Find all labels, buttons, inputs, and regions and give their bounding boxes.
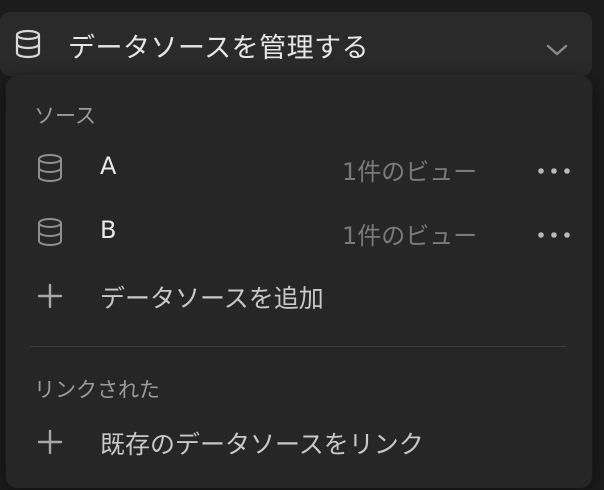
trigger-title: データソースを管理する	[68, 33, 370, 64]
source-name: B	[100, 216, 117, 244]
manage-data-sources-button[interactable]: データソースを管理する	[0, 12, 592, 76]
source-view-count: 1件のビュー	[342, 158, 478, 186]
source-view-count: 1件のビュー	[342, 222, 478, 250]
menu-divider	[30, 346, 566, 347]
database-icon	[34, 152, 66, 184]
database-icon	[12, 28, 44, 60]
plus-icon	[34, 280, 66, 312]
source-row-a[interactable]: A 1件のビュー	[16, 140, 582, 196]
add-data-source-label: データソースを追加	[100, 284, 324, 313]
sources-section-label: ソース	[34, 104, 96, 128]
link-existing-source-button[interactable]: 既存のデータソースをリンク	[16, 414, 582, 470]
link-existing-source-label: 既存のデータソースをリンク	[100, 430, 424, 459]
add-data-source-button[interactable]: データソースを追加	[16, 268, 582, 324]
source-row-b[interactable]: B 1件のビュー	[16, 204, 582, 260]
plus-icon	[34, 426, 66, 458]
database-icon	[34, 216, 66, 248]
chevron-down-icon[interactable]	[544, 42, 570, 58]
data-sources-menu: ソース A 1件のビュー B 1件のビュー データソースを追加 リンクされた 既…	[6, 76, 592, 488]
source-name: A	[100, 152, 117, 180]
more-icon[interactable]	[536, 226, 572, 238]
linked-section-label: リンクされた	[34, 378, 160, 402]
more-icon[interactable]	[536, 162, 572, 174]
